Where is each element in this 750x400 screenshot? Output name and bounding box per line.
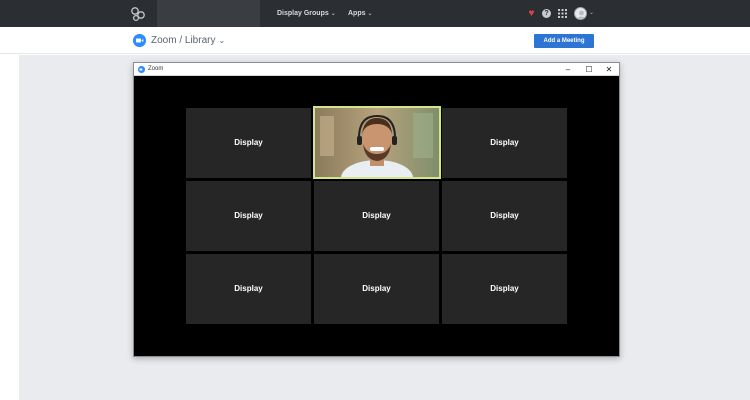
display-tile[interactable]: Display — [186, 254, 311, 324]
nav-display-groups-label: Display Groups — [277, 10, 329, 17]
top-navbar: Display Groups ⌄ Apps ⌄ ♥ ? ⌄ — [0, 0, 750, 27]
display-tile[interactable]: Display — [442, 181, 567, 251]
tile-label: Display — [362, 284, 391, 293]
person-video — [315, 108, 439, 177]
display-tile[interactable]: Display — [186, 108, 311, 178]
window-titlebar[interactable]: Zoom – ☐ ✕ — [134, 63, 619, 76]
display-tile[interactable]: Display — [186, 181, 311, 251]
chevron-down-icon[interactable]: ⌄ — [589, 9, 594, 16]
tile-label: Display — [490, 138, 519, 147]
close-button[interactable]: ✕ — [603, 63, 615, 76]
avatar[interactable] — [574, 7, 587, 20]
heart-icon[interactable]: ♥ — [526, 8, 537, 19]
nav-display-groups[interactable]: Display Groups ⌄ — [277, 0, 336, 27]
tile-label: Display — [234, 211, 263, 220]
chevron-down-icon: ⌄ — [367, 11, 373, 17]
grid-icon[interactable] — [558, 9, 567, 18]
chevron-down-icon: ⌄ — [218, 36, 226, 45]
help-icon[interactable]: ? — [542, 9, 551, 18]
tile-label: Display — [234, 138, 263, 147]
display-tile[interactable]: Display — [314, 254, 439, 324]
zoom-icon — [138, 66, 145, 73]
breadcrumb[interactable]: Zoom / Library ⌄ — [151, 34, 225, 47]
flower-logo-icon[interactable] — [129, 5, 147, 23]
display-tile[interactable]: Display — [442, 108, 567, 178]
page: Display Groups ⌄ Apps ⌄ ♥ ? ⌄ Zoom / Libra… — [0, 0, 750, 400]
breadcrumb-text: Zoom / Library — [151, 35, 216, 46]
nav-apps[interactable]: Apps ⌄ — [348, 0, 373, 27]
window-title: Zoom — [148, 66, 164, 72]
add-meeting-button[interactable]: Add a Meeting — [534, 34, 594, 48]
avatar-icon — [577, 10, 586, 19]
maximize-button[interactable]: ☐ — [583, 63, 595, 76]
video-tile-active[interactable] — [313, 106, 441, 179]
chevron-down-icon: ⌄ — [330, 11, 336, 17]
breadcrumb-bar: Zoom / Library ⌄ — [0, 27, 750, 54]
minimize-button[interactable]: – — [562, 63, 574, 76]
tile-label: Display — [490, 211, 519, 220]
zoom-icon — [133, 34, 146, 47]
nav-apps-label: Apps — [348, 10, 366, 17]
nav-search-area[interactable] — [157, 0, 260, 27]
zoom-window: Zoom – ☐ ✕ Display Display Display Displ… — [133, 62, 620, 357]
tile-label: Display — [490, 284, 519, 293]
tile-label: Display — [234, 284, 263, 293]
display-tile[interactable]: Display — [442, 254, 567, 324]
display-tile[interactable]: Display — [314, 181, 439, 251]
tile-label: Display — [362, 211, 391, 220]
